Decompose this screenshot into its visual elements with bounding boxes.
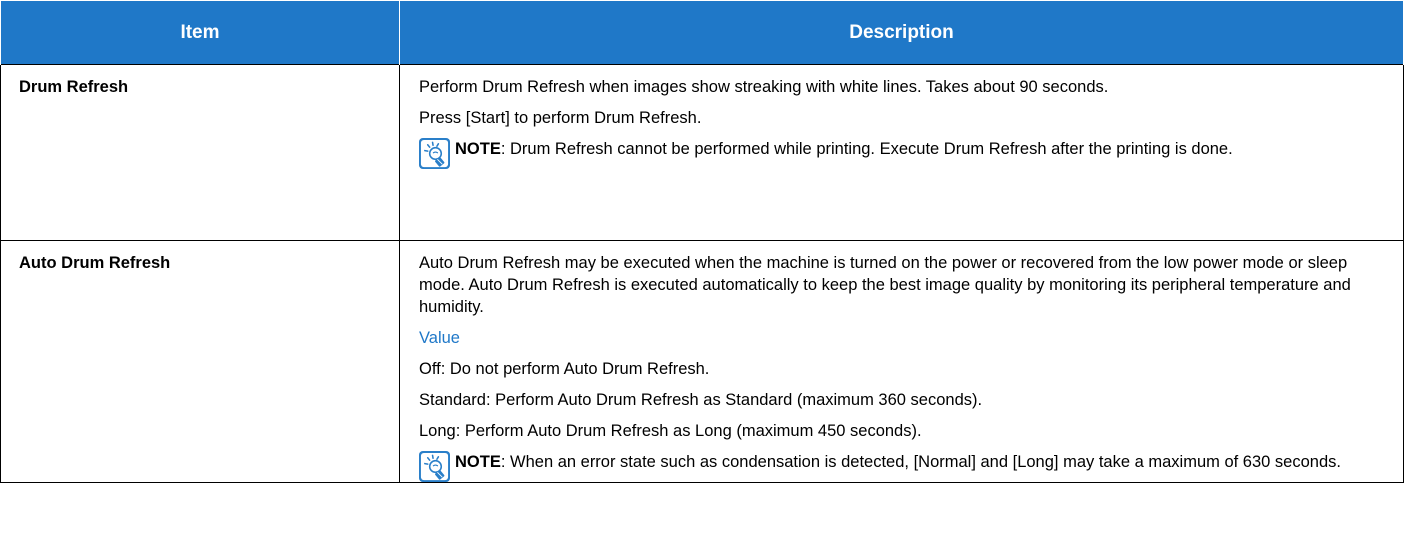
value-heading: Value — [419, 329, 460, 347]
note-label: NOTE: Drum Refresh cannot be performed w… — [455, 140, 1233, 158]
description-drum-refresh: Perform Drum Refresh when images show st… — [399, 64, 1404, 241]
table-header-row: Item Description — [0, 0, 1404, 65]
header-item: Item — [0, 0, 400, 65]
value-long: Long: Perform Auto Drum Refresh as Long … — [419, 422, 922, 440]
item-name-auto-drum-refresh: Auto Drum Refresh — [0, 240, 400, 483]
item-name-drum-refresh: Drum Refresh — [0, 64, 400, 241]
note-label: NOTE: When an error state such as conden… — [455, 453, 1341, 471]
note-block: NOTE: Drum Refresh cannot be performed w… — [419, 138, 1395, 169]
note-lightbulb-icon — [419, 138, 450, 169]
description-auto-drum-refresh: Auto Drum Refresh may be executed when t… — [399, 240, 1404, 483]
note-lightbulb-icon — [419, 451, 450, 482]
table-row-auto-drum-refresh: Auto Drum Refresh Auto Drum Refresh may … — [0, 240, 1404, 483]
table-row-drum-refresh: Drum Refresh Perform Drum Refresh when i… — [0, 64, 1404, 241]
description-text: Press [Start] to perform Drum Refresh. — [419, 109, 702, 127]
settings-table: Item Description Drum Refresh Perform Dr… — [0, 0, 1404, 483]
header-description: Description — [399, 0, 1404, 65]
value-standard: Standard: Perform Auto Drum Refresh as S… — [419, 391, 983, 409]
description-text: Auto Drum Refresh may be executed when t… — [419, 254, 1351, 316]
description-text: Perform Drum Refresh when images show st… — [419, 78, 1109, 96]
value-off: Off: Do not perform Auto Drum Refresh. — [419, 360, 710, 378]
note-block: NOTE: When an error state such as conden… — [419, 451, 1395, 482]
